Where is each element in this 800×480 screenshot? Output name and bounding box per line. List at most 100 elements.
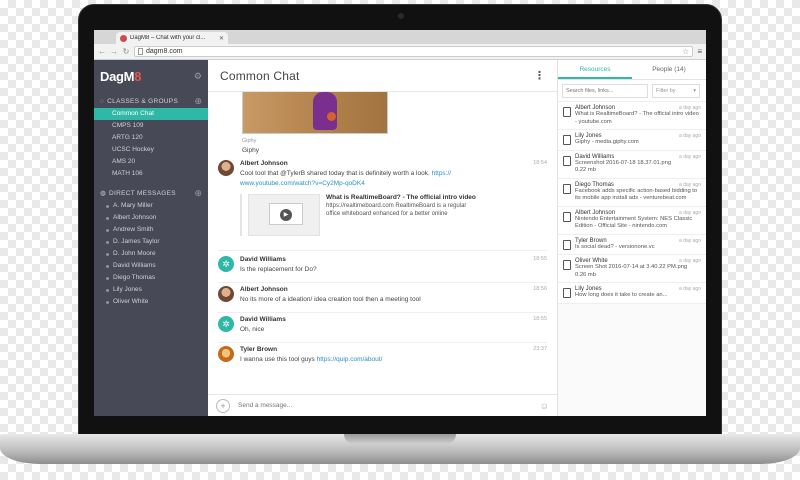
close-icon[interactable]: ✕ bbox=[219, 35, 224, 42]
message: Albert Johnson 18:54 Cool tool that @Tyl… bbox=[218, 160, 547, 236]
resource-item[interactable]: Diego Thomas a day ago Facebook adds spec… bbox=[558, 178, 706, 207]
presence-dot bbox=[106, 264, 109, 268]
url-text: dagm8.com bbox=[146, 48, 183, 55]
message-time: 18:54 bbox=[533, 160, 547, 166]
message-author[interactable]: Albert Johnson bbox=[240, 160, 288, 167]
dm-item[interactable]: David Williams bbox=[94, 260, 208, 272]
brand-logo[interactable]: DagM8 bbox=[100, 69, 141, 84]
reload-button[interactable]: ↻ bbox=[122, 47, 130, 56]
dm-section-header: ◍ DIRECT MESSAGES ⊕ bbox=[94, 186, 208, 200]
omnibox[interactable]: dagm8.com ☆ bbox=[134, 46, 694, 57]
message-link[interactable]: https:// bbox=[432, 170, 452, 177]
classes-label: CLASSES & GROUPS bbox=[107, 97, 179, 105]
document-icon bbox=[563, 239, 571, 250]
chevron-down-icon: ▾ bbox=[693, 87, 696, 94]
dm-item[interactable]: D. John Moore bbox=[94, 248, 208, 260]
channel-list: Common Chat CMPS 109 ARTG 120 UCSC Hocke… bbox=[94, 108, 208, 180]
resource-item[interactable]: Oliver White a day ago Screen Shot 2016-0… bbox=[558, 255, 706, 283]
message-text: No its more of a ideation/ idea creation… bbox=[240, 296, 421, 303]
browser-menu-icon[interactable]: ≡ bbox=[697, 47, 702, 56]
preview-title[interactable]: What is RealtimeBoard? - The official in… bbox=[326, 194, 476, 201]
document-icon bbox=[563, 260, 571, 270]
message-text: I wanna use this tool guys https://quip.… bbox=[240, 356, 383, 363]
dm-item[interactable]: Oliver White bbox=[94, 296, 208, 308]
camera-icon bbox=[398, 13, 404, 19]
filter-dropdown[interactable]: Filter by ▾ bbox=[652, 83, 700, 98]
message-list: Giphy Giphy Albert Johnson 18:54 Cool to… bbox=[208, 92, 557, 394]
message-time: 18:55 bbox=[533, 256, 547, 262]
resource-item[interactable]: Tyler Brown a day ago Is social dead? - v… bbox=[558, 234, 706, 255]
resource-item[interactable]: Lily Jones a day ago Giphy - media.giphy.… bbox=[558, 130, 706, 151]
dm-item[interactable]: Lily Jones bbox=[94, 284, 208, 296]
message-author[interactable]: David Williams bbox=[240, 316, 286, 323]
resource-item[interactable]: Lily Jones a day ago How long does it tak… bbox=[558, 283, 706, 304]
channel-item[interactable]: ARTG 120 bbox=[94, 132, 208, 144]
avatar[interactable]: ✲ bbox=[218, 316, 234, 332]
forward-button[interactable]: → bbox=[110, 47, 118, 56]
presence-dot bbox=[106, 276, 109, 280]
browser-tabbar: DagM8 – Chat with your cl... ✕ bbox=[94, 30, 706, 44]
resource-item[interactable]: David Williams a day ago Screenshot 2016-… bbox=[558, 150, 706, 179]
document-icon bbox=[563, 211, 571, 222]
message-author[interactable]: Albert Johnson bbox=[240, 286, 288, 293]
document-icon bbox=[563, 135, 571, 145]
channel-item[interactable]: Common Chat bbox=[94, 108, 208, 120]
dm-item[interactable]: A. Mary Miller bbox=[94, 200, 208, 212]
avatar[interactable] bbox=[218, 346, 234, 362]
message-input[interactable] bbox=[238, 402, 532, 409]
tab-title: DagM8 – Chat with your cl... bbox=[130, 35, 206, 41]
link-preview[interactable]: ▶ What is RealtimeBoard? - The official … bbox=[240, 194, 547, 236]
message: ✲ David Williams 18:55 Oh, nice bbox=[218, 316, 547, 335]
preview-thumbnail[interactable]: ▶ bbox=[248, 194, 320, 236]
message-author[interactable]: Tyler Brown bbox=[240, 346, 277, 353]
app: DagM8 ⚙ ◌ CLASSES & GROUPS ⊕ Common Chat … bbox=[94, 60, 706, 416]
tab-people[interactable]: People (14) bbox=[632, 60, 706, 79]
add-dm-button[interactable]: ⊕ bbox=[194, 188, 202, 199]
chat-bubble-icon: ◍ bbox=[100, 190, 106, 197]
play-icon[interactable]: ▶ bbox=[280, 209, 292, 221]
browser-tab[interactable]: DagM8 – Chat with your cl... ✕ bbox=[116, 32, 228, 44]
presence-dot bbox=[106, 288, 109, 292]
message-link[interactable]: https://quip.com/about/ bbox=[317, 356, 383, 363]
giphy-attachment: Giphy Giphy bbox=[242, 92, 392, 154]
channel-item[interactable]: MATH 106 bbox=[94, 168, 208, 180]
panel-tabs: Resources People (14) bbox=[558, 60, 706, 80]
message-link[interactable]: www.youtube.com/watch?v=Cy2Mp-qoDK4 bbox=[240, 180, 365, 187]
presence-dot bbox=[106, 216, 109, 220]
screen: DagM8 – Chat with your cl... ✕ ← → ↻ dag… bbox=[94, 30, 706, 416]
attach-button[interactable]: + bbox=[216, 398, 230, 413]
dm-item[interactable]: D. James Taylor bbox=[94, 236, 208, 248]
giphy-source: Giphy bbox=[242, 138, 257, 144]
document-icon bbox=[563, 288, 571, 298]
back-button[interactable]: ← bbox=[98, 47, 106, 56]
resource-item[interactable]: Albert Johnson a day ago What is Realtime… bbox=[558, 102, 706, 130]
address-bar: ← → ↻ dagm8.com ☆ ≡ bbox=[94, 44, 706, 60]
resource-item[interactable]: Albert Johnson a day ago Nintendo Enterta… bbox=[558, 206, 706, 235]
lightbulb-icon: ◌ bbox=[100, 97, 105, 105]
message-author[interactable]: David Williams bbox=[240, 256, 286, 263]
document-icon bbox=[563, 155, 571, 166]
more-options-icon[interactable]: ⋮ bbox=[534, 69, 545, 82]
search-input[interactable] bbox=[562, 83, 648, 98]
tab-resources[interactable]: Resources bbox=[558, 60, 632, 79]
avatar[interactable] bbox=[218, 286, 234, 302]
resources-panel: Resources People (14) Filter by▾ Albert … bbox=[558, 60, 706, 416]
avatar[interactable] bbox=[218, 160, 234, 176]
message: ✲ David Williams 18:55 Is the replacemen… bbox=[218, 256, 547, 275]
avatar[interactable]: ✲ bbox=[218, 256, 234, 272]
favicon-icon bbox=[120, 34, 127, 42]
channel-item[interactable]: AMS 20 bbox=[94, 156, 208, 168]
bookmark-star-icon[interactable]: ☆ bbox=[682, 47, 689, 56]
channel-item[interactable]: UCSC Hockey bbox=[94, 144, 208, 156]
presence-dot bbox=[106, 252, 109, 256]
dm-item[interactable]: Andrew Smith bbox=[94, 224, 208, 236]
gear-icon[interactable]: ⚙ bbox=[194, 71, 202, 82]
channel-item[interactable]: CMPS 109 bbox=[94, 120, 208, 132]
dm-item[interactable]: Albert Johnson bbox=[94, 212, 208, 224]
emoji-icon[interactable]: ☺ bbox=[540, 401, 549, 411]
dm-item[interactable]: Diego Thomas bbox=[94, 272, 208, 284]
document-icon bbox=[563, 183, 571, 194]
giphy-image[interactable] bbox=[242, 92, 388, 134]
add-class-button[interactable]: ⊕ bbox=[194, 96, 202, 107]
message: Albert Johnson 18:56 No its more of a id… bbox=[218, 286, 547, 305]
